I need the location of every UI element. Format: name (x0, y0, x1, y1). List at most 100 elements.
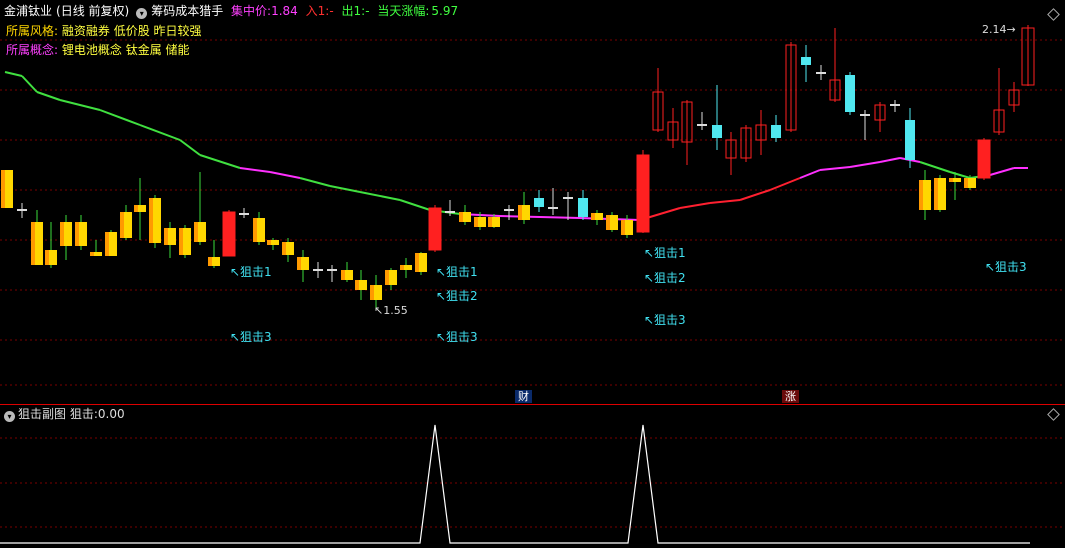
candle-shade (518, 205, 522, 220)
candle (697, 112, 707, 130)
candle (860, 110, 870, 140)
candle-shade (194, 222, 198, 242)
low-price-label: ↖1.55 (374, 304, 408, 317)
ma-segment (739, 189, 771, 201)
candle-shade (621, 220, 625, 235)
signal-label: ↖狙击3 (644, 313, 686, 327)
candle-shade (591, 213, 595, 220)
candle (606, 212, 618, 232)
candle (504, 205, 514, 220)
candle (785, 42, 797, 132)
candle (755, 110, 767, 155)
ma-segment (299, 177, 331, 187)
candle-shade (919, 180, 923, 210)
candle (313, 262, 323, 278)
candle (327, 265, 337, 282)
ma-segment (399, 199, 431, 211)
candle (1, 170, 13, 208)
candle (415, 252, 427, 275)
signal-line (0, 424, 1030, 544)
candle-body (428, 207, 442, 251)
candle (563, 192, 573, 220)
candle (1008, 82, 1020, 112)
candle-shade (415, 253, 419, 272)
ma-segment (199, 154, 241, 169)
signal-label: ↖狙击1 (436, 265, 478, 279)
candle (725, 132, 737, 175)
limit-marker[interactable]: 涨 (782, 390, 799, 403)
candle-body (712, 125, 722, 138)
candle (681, 100, 693, 165)
ma-segment (989, 167, 1015, 176)
candle-shade (964, 178, 968, 188)
signal-label: ↖狙击2 (436, 289, 478, 303)
candle-shade (134, 205, 138, 212)
candle (31, 210, 43, 265)
ma-segment (239, 167, 271, 173)
signal-label: ↖狙击1 (644, 246, 686, 260)
ma-segment (4, 71, 23, 77)
candle (45, 222, 57, 268)
candle (890, 100, 900, 112)
candle-body (801, 57, 811, 65)
candle-shade (341, 270, 345, 280)
signal-label: ↖狙击3 (985, 260, 1027, 274)
candle (1021, 25, 1035, 86)
ma-segment (769, 177, 801, 191)
candle (120, 205, 132, 240)
candle (105, 230, 117, 256)
candle-shade (385, 270, 389, 285)
price-chart[interactable]: ↖狙击1 ↖狙击3 ↖狙击1 ↖狙击2 ↖狙击3 ↖狙击1 ↖狙击2 ↖狙击3 ↖狙击3 2.14… (0, 0, 1065, 405)
candle-shade (474, 217, 478, 227)
high-price-label: 2.14→ (982, 23, 1016, 36)
candle (194, 172, 206, 245)
candle (578, 190, 588, 220)
ma-segment (949, 171, 971, 179)
candle (771, 115, 781, 142)
candle (905, 108, 915, 168)
ma-segment (139, 124, 181, 141)
candle (222, 210, 236, 257)
candle (977, 138, 991, 180)
candle-shade (75, 222, 79, 246)
ma-segment (849, 161, 881, 168)
candle-shade (120, 212, 124, 238)
candle-body (222, 211, 236, 257)
candle (459, 205, 471, 225)
candle (385, 268, 397, 290)
candle-shade (1, 170, 5, 208)
ma-segment (359, 191, 401, 201)
ma-segment (329, 185, 361, 193)
candle-body (771, 125, 781, 138)
ma-segment (179, 139, 201, 156)
candle (816, 65, 826, 80)
candle (297, 250, 309, 282)
candle-shade (370, 285, 374, 300)
ma-segment (819, 166, 851, 171)
candle-body (578, 198, 588, 217)
signal-label: ↖狙击2 (644, 271, 686, 285)
candle (548, 188, 558, 215)
candle-shade (267, 240, 271, 245)
candle-shade (149, 198, 153, 243)
candle-shade (31, 222, 35, 265)
candle (919, 170, 931, 220)
candle (518, 192, 530, 224)
candle-shade (45, 250, 49, 265)
candle (341, 262, 353, 282)
candle (591, 210, 603, 225)
candle (636, 150, 650, 233)
finance-marker[interactable]: 财 (515, 390, 532, 403)
candle-shade (60, 222, 64, 246)
ma-segment (539, 216, 581, 219)
sub-chart[interactable] (0, 405, 1065, 548)
signal-label: ↖狙击3 (436, 330, 478, 344)
ma-segment (269, 171, 301, 179)
candle-shade (355, 280, 359, 290)
candle-shade (282, 242, 286, 255)
candle (400, 258, 412, 278)
candle-shade (179, 228, 183, 255)
candle-shade (164, 228, 168, 245)
candle-shade (949, 178, 953, 182)
candle (534, 190, 544, 212)
